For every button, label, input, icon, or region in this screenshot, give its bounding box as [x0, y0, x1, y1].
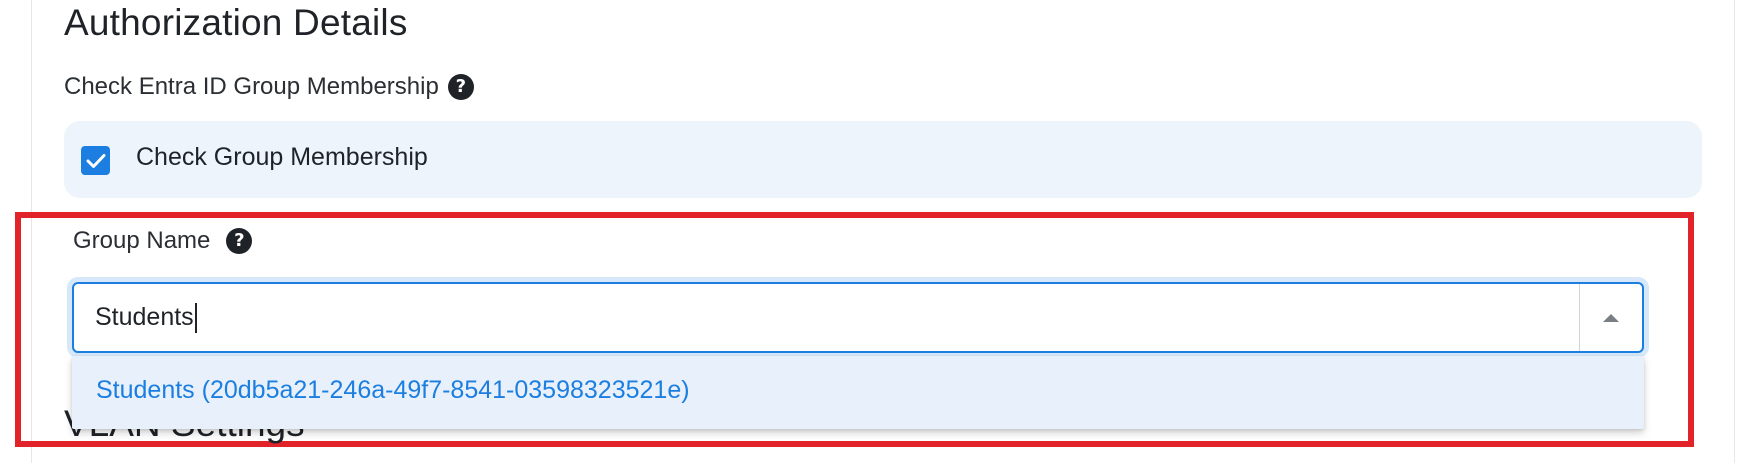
check-membership-card: Check Group Membership — [64, 121, 1702, 198]
group-name-dropdown: Students (20db5a21-246a-49f7-8541-035983… — [72, 356, 1644, 429]
group-name-select[interactable]: Students — [72, 282, 1644, 353]
check-membership-label: Check Entra ID Group Membership ? — [64, 73, 474, 101]
text-caret — [194, 303, 197, 334]
authorization-details-heading: Authorization Details — [64, 2, 408, 43]
dropdown-option[interactable]: Students (20db5a21-246a-49f7-8541-035983… — [96, 376, 690, 405]
checkmark-icon — [86, 153, 105, 168]
group-name-label-text: Group Name — [73, 227, 211, 254]
check-group-membership-checkbox[interactable] — [81, 146, 110, 175]
check-membership-label-text: Check Entra ID Group Membership — [64, 73, 439, 100]
group-name-input[interactable]: Students — [74, 284, 1580, 351]
check-group-membership-label[interactable]: Check Group Membership — [136, 143, 428, 172]
dropdown-toggle-button[interactable] — [1580, 284, 1642, 351]
question-circle-icon[interactable]: ? — [447, 74, 474, 100]
group-name-label: Group Name ? — [73, 227, 253, 255]
page: Authorization Details Check Entra ID Gro… — [0, 0, 1762, 463]
group-name-input-value: Students — [95, 303, 197, 334]
caret-up-icon — [1603, 313, 1619, 322]
question-circle-icon[interactable]: ? — [226, 228, 253, 254]
